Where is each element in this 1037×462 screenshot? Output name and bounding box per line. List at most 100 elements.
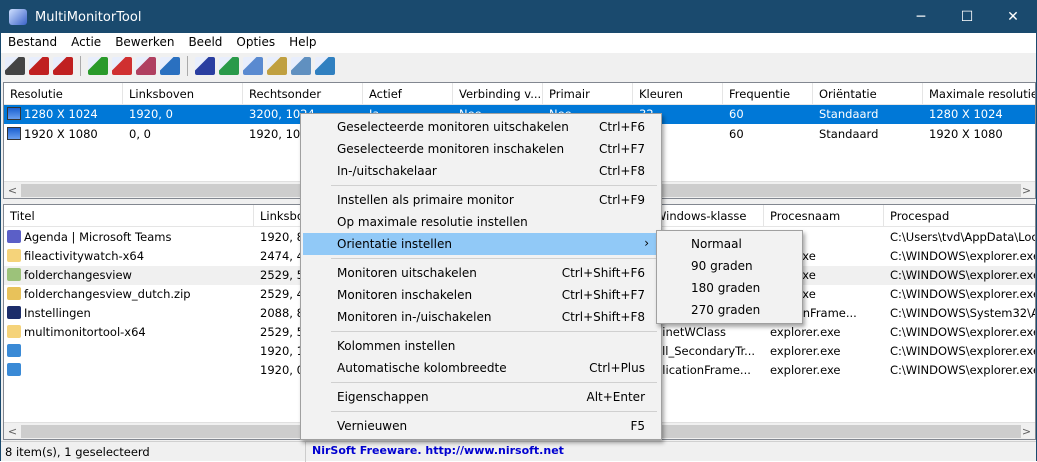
monitor-icon <box>7 127 21 140</box>
menu-item[interactable]: Monitoren in-/uischakelen Ctrl+Shift+F8 <box>303 306 659 328</box>
cell-text: fileactivitywatch-x64 <box>24 249 145 263</box>
minimize-button[interactable]: ─ <box>898 1 944 33</box>
menu-item[interactable]: Monitoren uitschakelen Ctrl+Shift+F6 <box>303 262 659 284</box>
column-header[interactable]: Linksboven <box>123 83 243 105</box>
column-header[interactable]: Kleuren <box>633 83 723 105</box>
cell: plicationFrame... <box>649 361 764 380</box>
menu-separator <box>331 258 657 259</box>
column-header[interactable]: Verbinding v... <box>453 83 543 105</box>
menu-item[interactable]: Automatische kolombreedte Ctrl+Plus <box>303 357 659 379</box>
app-icon <box>9 9 27 25</box>
menu-actie[interactable]: Actie <box>64 33 108 53</box>
cell-text: multimonitortool-x64 <box>24 325 146 339</box>
cell-text: C:\WINDOWS\explorer.exe <box>890 325 1036 339</box>
cell-text: Standaard <box>819 127 879 141</box>
cell-text: Instellingen <box>24 306 91 320</box>
folder-icon <box>7 249 21 262</box>
cell: ell_SecondaryTr... <box>649 342 764 361</box>
column-header[interactable]: Procesnaam <box>764 205 884 227</box>
cell-text: C:\WINDOWS\explorer.exe <box>890 363 1036 377</box>
cell-text: 60 <box>729 107 744 121</box>
cell: C:\WINDOWS\explorer.exe <box>884 323 1036 342</box>
cell-text: 1920 X 1080 <box>24 127 98 141</box>
monitor-disable-icon[interactable] <box>5 57 25 75</box>
menu-item[interactable]: Vernieuwen F5 <box>303 415 659 437</box>
menu-separator <box>331 411 657 412</box>
cell: C:\WINDOWS\explorer.exe <box>884 285 1035 304</box>
menu-item[interactable]: Op maximale resolutie instellen <box>303 211 659 233</box>
context-menu: Geselecteerde monitoren uitschakelen Ctrl… <box>300 113 662 440</box>
menu-item-shortcut: Ctrl+F8 <box>599 164 645 178</box>
scroll-right-arrow[interactable]: > <box>1018 182 1035 198</box>
menu-item[interactable]: Kolommen instellen <box>303 335 659 357</box>
menu-bewerken[interactable]: Bewerken <box>108 33 181 53</box>
folder-green-icon <box>7 268 21 281</box>
menu-beeld[interactable]: Beeld <box>181 33 229 53</box>
refresh-icon[interactable] <box>219 57 239 75</box>
menu-item[interactable]: In-/uitschakelaar Ctrl+F8 <box>303 160 659 182</box>
column-header[interactable]: Actief <box>363 83 453 105</box>
cell: binetWClass <box>649 323 764 342</box>
menu-item-shortcut: Ctrl+Shift+F6 <box>561 266 645 280</box>
column-header[interactable]: Maximale resolutie <box>923 83 1035 105</box>
column-header[interactable]: Titel <box>4 205 254 227</box>
menu-item-label: Geselecteerde monitoren inschakelen <box>337 142 565 156</box>
close-button[interactable]: ✕ <box>990 1 1036 33</box>
menu-item[interactable]: Instellen als primaire monitor Ctrl+F9 <box>303 189 659 211</box>
toolbar <box>1 53 1036 79</box>
monitor-off-icon[interactable] <box>112 57 132 75</box>
menu-item[interactable]: Eigenschappen Alt+Enter <box>303 386 659 408</box>
column-header[interactable]: Procespad <box>884 205 1035 227</box>
menu-item[interactable]: Orientatie instellen › <box>303 233 659 255</box>
menu-item[interactable]: Geselecteerde monitoren uitschakelen Ctrl… <box>303 116 659 138</box>
find-icon[interactable] <box>291 57 311 75</box>
chevron-right-icon: › <box>644 236 649 250</box>
column-header[interactable]: Frequentie <box>723 83 813 105</box>
cell: C:\WINDOWS\explorer.exe <box>884 266 1036 285</box>
column-header[interactable]: Oriëntatie <box>813 83 923 105</box>
submenu-item[interactable]: Normaal <box>691 237 742 251</box>
maximize-button[interactable]: ☐ <box>944 1 990 33</box>
menu-opties[interactable]: Opties <box>229 33 282 53</box>
exit-icon[interactable] <box>315 57 335 75</box>
monitor-arrow-icon[interactable] <box>53 57 73 75</box>
menu-help[interactable]: Help <box>282 33 323 53</box>
cell: 60 <box>723 105 813 124</box>
cell-text: explorer.exe <box>770 363 841 377</box>
teams-icon <box>7 230 21 243</box>
status-item-count: 8 item(s), 1 geselecteerd <box>5 445 150 459</box>
menu-item-label: Monitoren inschakelen <box>337 288 473 302</box>
monitor-primary-icon[interactable] <box>160 57 180 75</box>
column-header[interactable]: Resolutie <box>4 83 123 105</box>
copy-icon[interactable] <box>243 57 263 75</box>
scroll-right-arrow[interactable]: > <box>1018 423 1035 439</box>
nirsoft-link[interactable]: NirSoft Freeware. http://www.nirsoft.net <box>305 442 570 462</box>
cell-text: 1280 X 1024 <box>24 107 98 121</box>
submenu-item[interactable]: 90 graden <box>691 259 753 273</box>
scroll-left-arrow[interactable]: < <box>4 182 21 198</box>
cell-text: 0, 0 <box>129 127 151 141</box>
submenu-item[interactable]: 270 graden <box>691 303 760 317</box>
cell: multimonitortool-x64 <box>4 323 254 342</box>
monitors-switch-off-icon[interactable] <box>29 57 49 75</box>
cell: Standaard <box>813 125 923 144</box>
cell-text: C:\WINDOWS\explorer.exe <box>890 268 1036 282</box>
submenu-item[interactable]: 180 graden <box>691 281 760 295</box>
menu-bestand[interactable]: Bestand <box>1 33 64 53</box>
column-header[interactable]: Windows-klasse <box>649 205 764 227</box>
menu-item-label: Instellen als primaire monitor <box>337 193 514 207</box>
cell: 1280 X 1024 <box>4 105 123 124</box>
monitor-toggle-icon[interactable] <box>136 57 156 75</box>
scroll-left-arrow[interactable]: < <box>4 423 21 439</box>
cell-text: 1920 X 1080 <box>929 127 1003 141</box>
column-header[interactable]: Primair <box>543 83 633 105</box>
properties-icon[interactable] <box>267 57 287 75</box>
menu-item-shortcut: Ctrl+Shift+F8 <box>561 310 645 324</box>
menu-item-shortcut: Ctrl+Plus <box>589 361 645 375</box>
menu-item-label: Op maximale resolutie instellen <box>337 215 528 229</box>
menu-item[interactable]: Geselecteerde monitoren inschakelen Ctrl+… <box>303 138 659 160</box>
save-icon[interactable] <box>195 57 215 75</box>
column-header[interactable]: Rechtsonder <box>243 83 363 105</box>
monitor-enable-icon[interactable] <box>88 57 108 75</box>
menu-item[interactable]: Monitoren inschakelen Ctrl+Shift+F7 <box>303 284 659 306</box>
